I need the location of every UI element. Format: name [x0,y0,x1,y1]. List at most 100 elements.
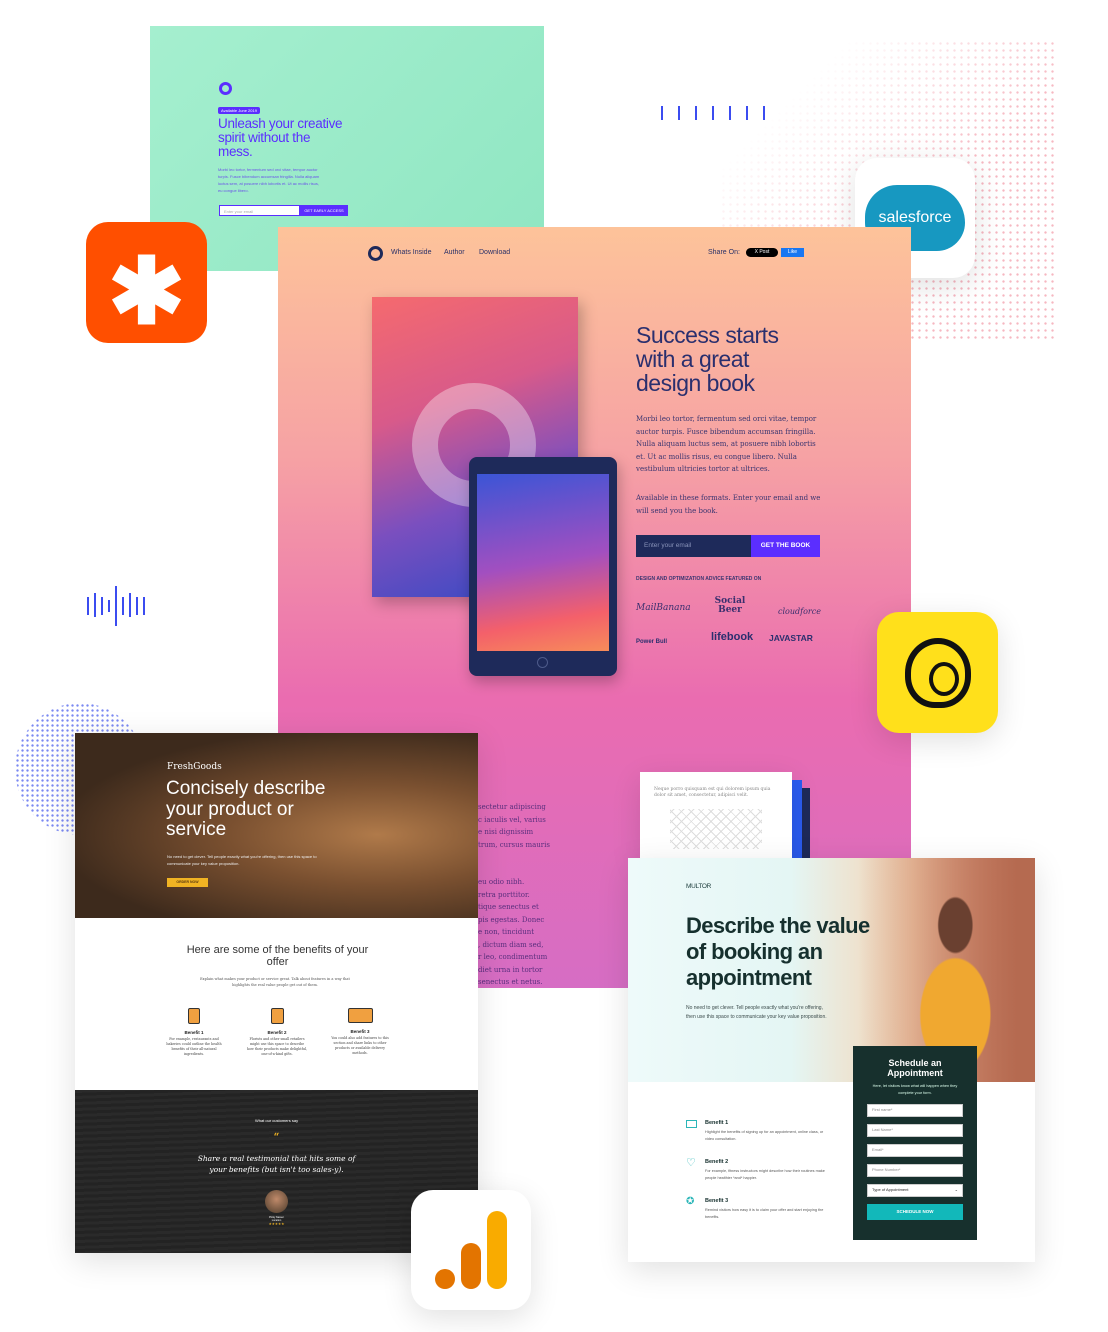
first-name-field[interactable]: First name* [867,1104,963,1117]
brand-logo: MULTOR [686,883,712,890]
release-badge: Available June 2019 [218,107,260,114]
multor-landing-page: MULTOR Describe the value of booking an … [628,858,1035,1262]
hero-headline: Concisely describe your product or servi… [166,778,326,840]
schedule-form: Schedule an Appointment Here, let visito… [853,1046,977,1240]
logo-lifebook: lifebook [711,631,754,643]
benefit-text: For example, restaurants and bakeries co… [166,1037,222,1056]
logo-social-beer: Social Beer [714,596,746,615]
benefit-text: For example, fitness instructors might d… [705,1169,825,1180]
page-title: Success starts with a great design book [636,322,779,396]
email-input[interactable]: Enter your email [636,535,751,557]
text-line: retra porttitor. [478,890,530,899]
diagram-graphic [670,809,762,849]
phone-field[interactable]: Phone Number* [867,1164,963,1177]
testimonial-quote: Share a real testimonial that hits some … [197,1154,356,1174]
text-line: senectus et netus. [478,978,543,986]
text-line: r leo, condimentum [478,953,548,961]
benefit-text: Remind visitors how easy it is to claim … [705,1208,824,1219]
schedule-now-button[interactable]: SCHEDULE NOW [867,1204,963,1220]
last-name-field[interactable]: Last Name* [867,1124,963,1137]
logo-ring-icon [219,82,232,95]
text-line: e non, tincidunt [478,928,535,936]
order-now-button[interactable]: ORDER NOW [167,878,208,887]
text-line: pis egestas. Donec [478,915,545,924]
benefit-item: ✪ Benefit 3 Remind visitors how easy it … [686,1196,826,1221]
appointment-type-select[interactable]: Type of Appointment ⌄ [867,1184,963,1197]
get-the-book-button[interactable]: GET THE BOOK [751,535,820,557]
logo-ring-icon [368,246,383,261]
delivery-truck-icon [347,1008,373,1023]
benefits-subtitle: Explain what makes your product or servi… [200,977,350,987]
x-post-button[interactable]: X Post [746,248,778,257]
heart-icon: ♡ [686,1157,696,1169]
customer-avatar [265,1190,288,1213]
benefit-card: Benefit 3 You could also add features to… [329,1008,391,1056]
text-line: eu odio nibh. [478,878,525,886]
benefit-item: Benefit 1 Highlight the benefits of sign… [686,1120,826,1143]
text-line: trum, cursus mauris [478,840,550,849]
benefit-text: Highlight the benefits of signing up for… [705,1130,824,1141]
benefit-text: You could also add features to this sect… [331,1036,389,1055]
benefit-title: Benefit 1 [705,1120,729,1126]
hero-subtext: No need to get clever. Tell people exact… [686,1005,827,1020]
text-line: , dictum diam sed, [478,940,544,949]
benefit-title: Benefit 3 [705,1198,729,1204]
nav-whats-inside[interactable]: Whats Inside [391,249,431,256]
coffee-bag-icon [188,1008,200,1024]
benefit-title: Benefit 3 [350,1029,370,1034]
testimonial-label: What our customers say [254,1118,299,1123]
formats-text: Available in these formats. Enter your e… [636,494,821,515]
monitor-icon [686,1120,697,1128]
select-value: Type of Appointment [872,1187,909,1192]
text-line: sectetur adipiscing [478,803,546,811]
nav-download[interactable]: Download [479,249,510,256]
tablet-device [469,457,617,676]
email-input[interactable]: Enter your email [219,205,300,216]
facebook-like-button[interactable]: Like [781,248,804,257]
nav-author[interactable]: Author [444,249,465,256]
benefit-card: Benefit 1 For example, restaurants and b… [163,1008,225,1057]
chevron-down-icon: ⌄ [954,1187,958,1192]
logo-power-bull: Power Bull [636,639,668,645]
logo-cloudforce: cloudforce [778,607,821,616]
email-field[interactable]: Email* [867,1144,963,1157]
tablet-screen [477,474,609,651]
hero-headline: Describe the value of booking an appoint… [686,913,870,990]
quote-icon: “ [273,1132,280,1143]
mailchimp-tile [877,612,998,733]
get-early-access-button[interactable]: GET EARLY ACCESS [300,205,348,216]
hero-bread-photo: FreshGoods Concisely describe your produ… [75,733,478,918]
shopping-bag-icon [270,1008,284,1024]
benefit-title: Benefit 1 [184,1030,204,1035]
bar-chart-icon [435,1211,507,1289]
doc-text: Neque porro quisquam est qui dolorem ips… [654,787,771,798]
share-label: Share On: [708,249,740,256]
benefit-item: ♡ Benefit 2 For example, fitness instruc… [686,1157,826,1182]
body-text: Morbi leo tortor, fermentum sed orci vit… [636,415,817,473]
text-line: diet urna in tortor [478,965,543,974]
text-line: tique senectus et [478,903,539,911]
logo-mailbanana: MailBanana [636,603,691,613]
tablet-home-button [537,657,548,668]
benefits-title: Here are some of the benefits of your of… [186,944,369,968]
asterisk-icon: ✱ [107,240,186,343]
featured-label: DESIGN AND OPTIMIZATION ADVICE FEATURED … [636,576,762,582]
logo-javastar: JAVASTAR [769,633,813,643]
benefit-title: Benefit 2 [705,1159,729,1165]
headline: Unleash your creative spirit without the… [218,116,343,159]
lower-body-text: sectetur adipiscing c iaculis vel, varius… [478,801,550,989]
freshgoods-landing-page: FreshGoods Concisely describe your produ… [75,733,478,1253]
benefit-card: Benefit 2 Florists and other small retai… [246,1008,308,1057]
body-text: Morbi leo tortor, fermentum sed orci vit… [218,167,320,193]
award-icon: ✪ [686,1196,695,1207]
google-analytics-tile [411,1190,531,1310]
hero-subtext: No need to get clever. Tell people exact… [167,854,317,866]
form-title: Schedule an Appointment [887,1058,943,1078]
zapier-tile: ✱ [86,222,207,343]
brand-logo: FreshGoods [167,762,222,772]
benefit-text: Florists and other small retailers might… [246,1037,308,1056]
benefit-title: Benefit 2 [267,1030,287,1035]
document-preview: Neque porro quisquam est qui dolorem ips… [640,772,792,862]
text-line: e nisi dignissim [478,828,534,836]
chimp-icon [904,637,971,708]
